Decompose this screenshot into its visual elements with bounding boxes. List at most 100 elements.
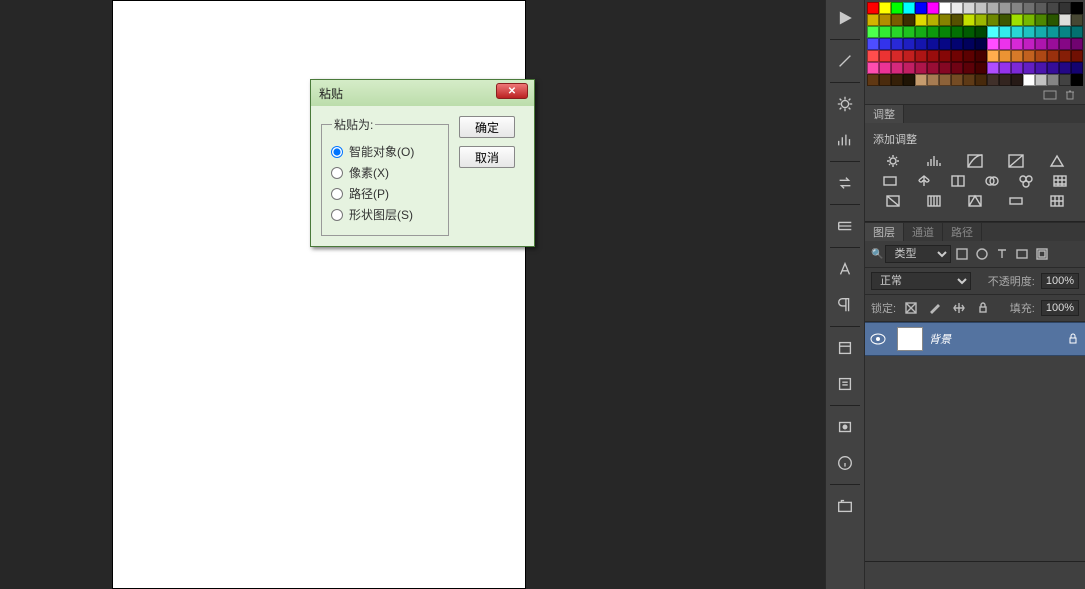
swatch[interactable] — [1047, 74, 1059, 86]
swatch[interactable] — [1071, 50, 1083, 62]
swatch[interactable] — [939, 14, 951, 26]
swatch[interactable] — [1011, 38, 1023, 50]
swatch[interactable] — [987, 26, 999, 38]
new-swatch-icon[interactable] — [1043, 90, 1057, 100]
swatch[interactable] — [951, 14, 963, 26]
histogram-icon[interactable] — [826, 122, 864, 158]
swatch[interactable] — [963, 14, 975, 26]
swatch[interactable] — [867, 50, 879, 62]
swatch[interactable] — [987, 74, 999, 86]
swatch[interactable] — [891, 62, 903, 74]
swatch[interactable] — [891, 74, 903, 86]
photo-filter-icon[interactable] — [983, 173, 1001, 189]
swatch[interactable] — [951, 50, 963, 62]
swatch[interactable] — [1011, 74, 1023, 86]
swatch[interactable] — [975, 62, 987, 74]
swatch[interactable] — [891, 38, 903, 50]
swatch[interactable] — [1071, 62, 1083, 74]
swatch[interactable] — [939, 2, 951, 14]
swatch[interactable] — [963, 62, 975, 74]
swatch[interactable] — [879, 38, 891, 50]
swatch[interactable] — [1011, 50, 1023, 62]
swatch[interactable] — [951, 26, 963, 38]
swatch[interactable] — [1059, 2, 1071, 14]
close-button[interactable]: ✕ — [496, 83, 528, 99]
swatch[interactable] — [1035, 26, 1047, 38]
tab-channels[interactable]: 通道 — [904, 223, 943, 241]
swatch[interactable] — [951, 2, 963, 14]
gear-icon[interactable] — [826, 86, 864, 122]
swatch[interactable] — [903, 14, 915, 26]
swatch[interactable] — [879, 74, 891, 86]
info-icon[interactable] — [826, 445, 864, 481]
preset-icon[interactable] — [826, 409, 864, 445]
swatch[interactable] — [1023, 74, 1035, 86]
swatch[interactable] — [891, 2, 903, 14]
swatch[interactable] — [903, 26, 915, 38]
swatch[interactable] — [1035, 62, 1047, 74]
layer-lock-icon[interactable] — [1061, 333, 1085, 345]
swatch[interactable] — [1011, 2, 1023, 14]
swatch[interactable] — [867, 2, 879, 14]
swatch[interactable] — [1059, 50, 1071, 62]
swatch[interactable] — [1047, 2, 1059, 14]
swatch[interactable] — [1035, 14, 1047, 26]
swatch[interactable] — [963, 26, 975, 38]
swatch[interactable] — [867, 74, 879, 86]
brush-icon[interactable] — [826, 43, 864, 79]
radio-row-pixels[interactable]: 像素(X) — [331, 164, 439, 181]
radio-smart-object[interactable] — [331, 146, 343, 158]
radio-pixels[interactable] — [331, 167, 343, 179]
cancel-button[interactable]: 取消 — [459, 146, 515, 168]
swatch[interactable] — [1011, 14, 1023, 26]
bw-icon[interactable] — [949, 173, 967, 189]
swatch[interactable] — [915, 74, 927, 86]
swatch[interactable] — [927, 62, 939, 74]
swatch[interactable] — [915, 2, 927, 14]
gradient-map-icon[interactable] — [1007, 193, 1025, 209]
swatch[interactable] — [1059, 26, 1071, 38]
invert-icon[interactable] — [884, 193, 902, 209]
filter-adjust-icon[interactable] — [973, 245, 991, 263]
swatch[interactable] — [867, 26, 879, 38]
layer-name[interactable]: 背景 — [929, 331, 1061, 347]
swatch[interactable] — [1011, 26, 1023, 38]
opacity-value[interactable]: 100% — [1041, 273, 1079, 289]
layer-background[interactable]: 背景 — [865, 322, 1085, 356]
channel-mixer-icon[interactable] — [1017, 173, 1035, 189]
swatch[interactable] — [903, 38, 915, 50]
swatch[interactable] — [951, 62, 963, 74]
play-icon[interactable] — [826, 0, 864, 36]
swatch[interactable] — [1047, 14, 1059, 26]
radio-row-path[interactable]: 路径(P) — [331, 185, 439, 202]
swatch[interactable] — [975, 38, 987, 50]
swatch[interactable] — [903, 2, 915, 14]
swatch[interactable] — [915, 26, 927, 38]
swatch[interactable] — [963, 50, 975, 62]
swatch[interactable] — [999, 14, 1011, 26]
swatch[interactable] — [1047, 38, 1059, 50]
swatch[interactable] — [927, 14, 939, 26]
swatch[interactable] — [891, 14, 903, 26]
layer-list[interactable]: 背景 — [865, 322, 1085, 561]
swatch[interactable] — [891, 50, 903, 62]
fill-value[interactable]: 100% — [1041, 300, 1079, 316]
balance-icon[interactable] — [915, 173, 933, 189]
text-a-icon[interactable] — [826, 251, 864, 287]
swatch[interactable] — [975, 74, 987, 86]
exposure-icon[interactable] — [1007, 153, 1025, 169]
lock-all-icon[interactable] — [974, 299, 992, 317]
hue-icon[interactable] — [881, 173, 899, 189]
swatch[interactable] — [1035, 50, 1047, 62]
swatch[interactable] — [963, 38, 975, 50]
swatch[interactable] — [963, 74, 975, 86]
filter-smart-icon[interactable] — [1033, 245, 1051, 263]
swatch[interactable] — [915, 62, 927, 74]
swatch[interactable] — [975, 50, 987, 62]
filter-shape-icon[interactable] — [1013, 245, 1031, 263]
lookup-icon[interactable] — [1051, 173, 1069, 189]
swatch[interactable] — [939, 74, 951, 86]
swatch[interactable] — [1023, 2, 1035, 14]
swatch[interactable] — [987, 2, 999, 14]
fx-icon[interactable] — [826, 488, 864, 524]
